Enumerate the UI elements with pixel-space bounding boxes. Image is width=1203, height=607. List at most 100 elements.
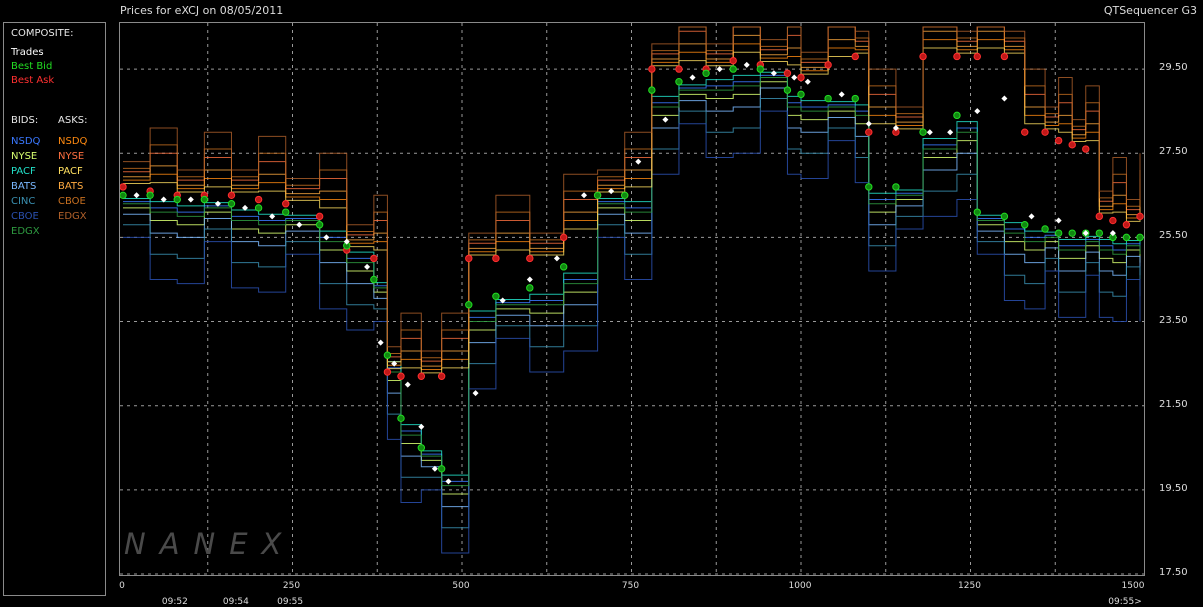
best-bid-point <box>227 200 236 208</box>
time-label: 09:55 <box>277 597 304 607</box>
trades-point <box>662 116 669 123</box>
plot-area[interactable]: NANEX <box>119 22 1145 576</box>
best-bid-point <box>254 204 263 212</box>
best-bid-point <box>526 284 534 292</box>
best-bid-point <box>783 86 792 94</box>
x-tick-label: 0 <box>119 581 125 591</box>
bid-line-cinc <box>123 98 1141 529</box>
legend-panel: COMPOSITE: Trades Best Bid Best Ask BIDS… <box>3 22 106 596</box>
trades-point <box>1028 213 1035 220</box>
best-bid-point <box>1000 212 1009 221</box>
trades-point <box>926 129 933 136</box>
best-bid-point <box>919 128 927 136</box>
trades-point <box>323 234 330 241</box>
legend-best-ask: Best Ask <box>11 75 55 86</box>
trades-point <box>716 66 723 73</box>
ask-line-nsdq <box>123 39 1141 371</box>
best-bid-point <box>370 275 378 284</box>
y-tick-label: 17.50 <box>1159 567 1188 578</box>
best-bid-point <box>953 111 961 120</box>
best-bid-point <box>315 221 324 229</box>
best-ask-point <box>1021 128 1029 136</box>
y-tick-label: 21.50 <box>1159 398 1188 410</box>
best-ask-point <box>437 372 446 380</box>
best-bid-point <box>593 191 602 200</box>
y-tick-label: 23.50 <box>1159 314 1188 326</box>
best-ask-point <box>1068 141 1076 149</box>
legend-bids-title: BIDS: <box>11 115 39 126</box>
trades-point <box>133 192 140 199</box>
best-ask-point <box>492 254 500 263</box>
title-bar: Prices for eXCJ on 08/05/2011 QTSequence… <box>0 0 1203 22</box>
best-bid-point <box>865 183 873 191</box>
x-tick-label: 250 <box>282 581 301 591</box>
best-bid-point <box>383 351 392 359</box>
trades-point <box>553 255 560 262</box>
trades-point <box>974 108 981 115</box>
best-ask-point <box>1095 212 1104 221</box>
trades-point <box>947 129 954 136</box>
x-tick-label: 500 <box>452 581 470 591</box>
best-ask-point <box>729 56 737 65</box>
y-tick-label: 25.50 <box>1159 230 1188 242</box>
chart-title: Prices for eXCJ on 08/05/2011 <box>120 4 284 17</box>
best-ask-point <box>1082 145 1090 153</box>
trades-point <box>804 78 811 85</box>
best-ask-point <box>865 128 873 136</box>
best-ask-point <box>797 73 805 82</box>
best-ask-point <box>973 52 981 61</box>
best-bid-point <box>200 195 209 204</box>
best-bid-point <box>973 208 981 216</box>
legend-bid-cboe: CBOE <box>11 211 39 222</box>
best-ask-point <box>851 52 859 61</box>
time-label: 09:55> <box>1108 597 1142 607</box>
trades-point <box>296 221 303 228</box>
best-bid-point <box>1068 229 1076 237</box>
best-bid-point <box>560 263 568 271</box>
trades-point <box>743 61 750 68</box>
legend-ask-pacf: PACF <box>58 166 83 177</box>
best-bid-point <box>437 465 446 473</box>
trades-point <box>364 263 371 270</box>
nanex-watermark: NANEX <box>124 527 296 561</box>
legend-asks-title: ASKS: <box>58 115 88 126</box>
best-bid-point <box>756 65 765 73</box>
x-tick-label: 1250 <box>958 581 981 591</box>
legend-ask-cboe: CBOE <box>58 196 86 207</box>
legend-bid-bats: BATS <box>11 181 37 192</box>
legend-bid-edgx: EDGX <box>11 226 40 237</box>
best-bid-point <box>675 78 683 86</box>
best-ask-point <box>282 200 290 208</box>
best-ask-point <box>675 65 683 73</box>
best-ask-point <box>254 195 263 204</box>
time-label: 09:54 <box>222 597 249 607</box>
best-ask-point <box>526 254 534 263</box>
x-axis: 0 250 500 750 1000 1250 1500 09:52 09:54 09:55 09:… <box>119 576 1159 607</box>
best-ask-point <box>560 233 568 242</box>
y-tick-label: 19.50 <box>1159 482 1188 494</box>
trades-point <box>1055 217 1062 224</box>
best-ask-point <box>1109 216 1117 225</box>
legend-ask-nyse: NYSE <box>58 151 85 162</box>
best-bid-point <box>146 191 154 200</box>
trades-point <box>1001 95 1008 102</box>
best-ask-point <box>120 183 127 191</box>
legend-composite-title: COMPOSITE: <box>11 28 74 39</box>
best-bid-point <box>173 195 181 204</box>
best-ask-point <box>783 69 792 77</box>
best-ask-point <box>1054 136 1063 145</box>
legend-best-bid: Best Bid <box>11 61 53 72</box>
legend-bid-nsdq: NSDQ <box>11 136 41 147</box>
legend-bid-pacf: PACF <box>11 166 36 177</box>
best-ask-point <box>1000 52 1009 61</box>
legend-bid-nyse: NYSE <box>11 151 38 162</box>
best-ask-point <box>1122 221 1131 229</box>
best-ask-point <box>397 372 405 380</box>
best-bid-point <box>824 94 832 103</box>
best-ask-point <box>417 372 426 380</box>
best-bid-point <box>1095 229 1104 237</box>
best-ask-point <box>227 191 236 200</box>
best-bid-point <box>1021 221 1029 229</box>
chart-svg <box>120 23 1144 575</box>
trades-point <box>581 192 588 199</box>
